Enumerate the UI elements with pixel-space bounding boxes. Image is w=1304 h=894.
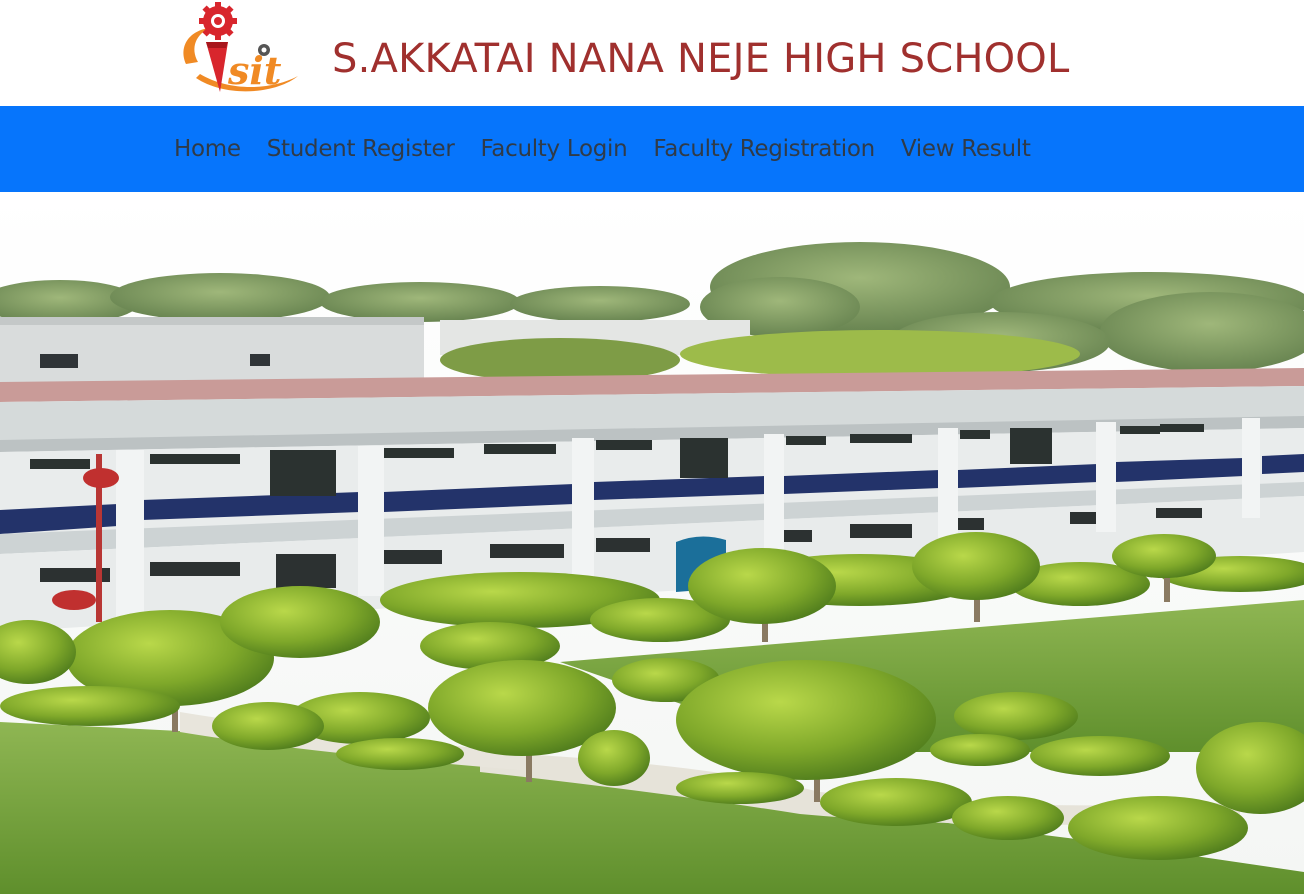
nav-item-student-register[interactable]: Student Register [267, 136, 455, 162]
nav-item-faculty-registration[interactable]: Faculty Registration [653, 136, 875, 162]
site-title: S.AKKATAI NANA NEJE HIGH SCHOOL [332, 36, 1070, 82]
nav-item-home[interactable]: Home [174, 136, 241, 162]
nav-item-view-result[interactable]: View Result [901, 136, 1031, 162]
school-logo[interactable]: sit [176, 2, 304, 100]
gear-pencil-logo-icon: sit [183, 2, 298, 93]
campus-building-image [0, 192, 1304, 894]
nav-item-faculty-login[interactable]: Faculty Login [480, 136, 627, 162]
campus-banner [0, 192, 1304, 894]
main-navbar: Home Student Register Faculty Login Facu… [0, 106, 1304, 192]
nav-list: Home Student Register Faculty Login Facu… [174, 106, 1057, 192]
site-header: sit S.AKKATAI NANA NEJE HIGH SCHOOL [0, 0, 1304, 106]
logo-text: sit [227, 48, 282, 93]
